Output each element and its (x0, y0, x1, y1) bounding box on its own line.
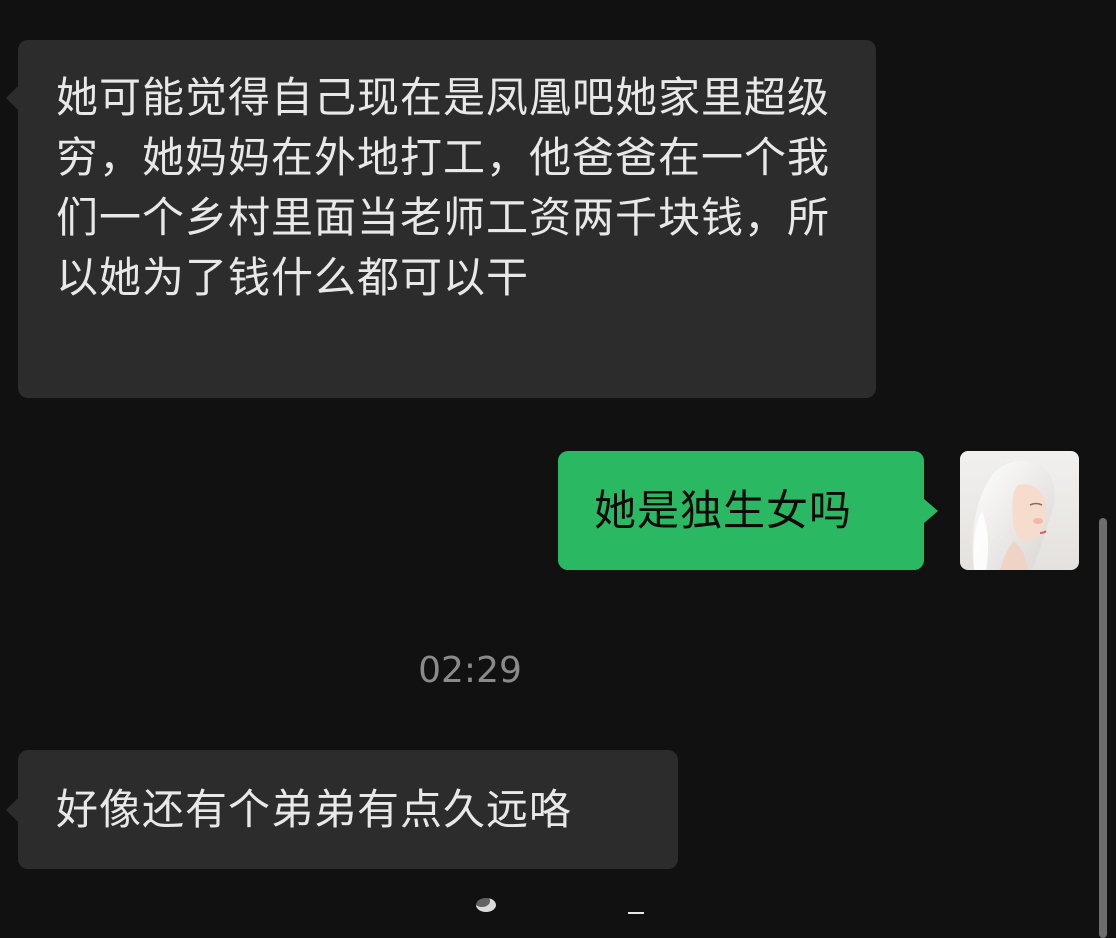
message-text: 她是独生女吗 (594, 485, 853, 535)
incoming-message-bubble[interactable]: 她可能觉得自己现在是凤凰吧她家里超级穷，她妈妈在外地打工，他爸爸在一个我们一个乡… (18, 40, 876, 398)
scrollbar[interactable] (1099, 518, 1107, 938)
watermark-logo (474, 895, 644, 914)
user-avatar[interactable] (960, 451, 1079, 570)
bubble-tail (6, 86, 18, 110)
bubble-tail (6, 798, 18, 822)
bubble-tail (924, 499, 938, 523)
avatar-portrait-image (960, 451, 1079, 570)
message-timestamp: 02:29 (418, 650, 522, 691)
incoming-message-bubble[interactable]: 好像还有个弟弟有点久远咯 (18, 750, 678, 869)
outgoing-message-bubble[interactable]: 她是独生女吗 (558, 451, 924, 570)
message-text: 好像还有个弟弟有点久远咯 (56, 784, 573, 834)
